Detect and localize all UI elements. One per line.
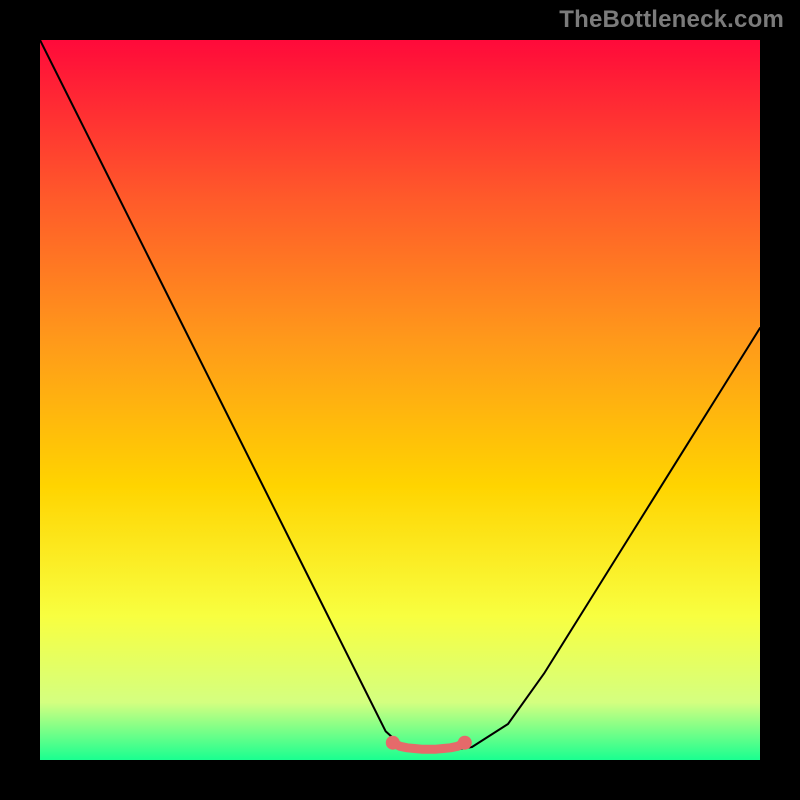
- chart-svg: [40, 40, 760, 760]
- watermark-text: TheBottleneck.com: [559, 6, 784, 34]
- flat-region-dot: [458, 736, 472, 750]
- flat-region-dot: [386, 736, 400, 750]
- flat-region-line: [393, 743, 465, 750]
- bottleneck-curve: [40, 40, 760, 749]
- plot-area: [40, 40, 760, 760]
- flat-region-marker: [386, 736, 472, 750]
- chart-frame: TheBottleneck.com: [0, 0, 800, 800]
